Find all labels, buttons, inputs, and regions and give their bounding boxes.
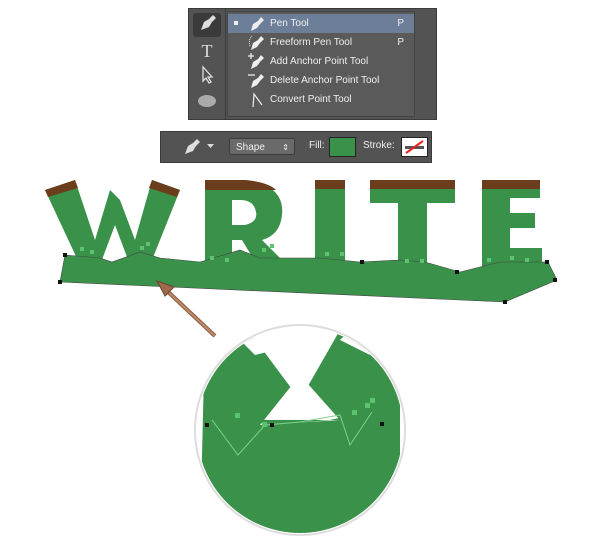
callout-arrow	[155, 280, 217, 338]
write-letters	[45, 180, 542, 270]
soil-layer	[45, 180, 540, 197]
artwork-canvas	[45, 180, 558, 536]
